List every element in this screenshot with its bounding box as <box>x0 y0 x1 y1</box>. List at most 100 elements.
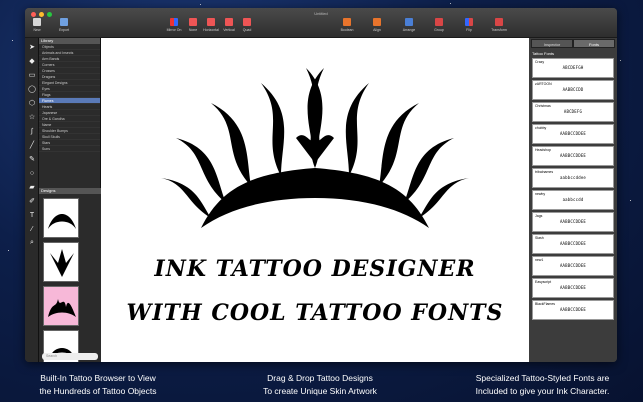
font-sample: AABBCCDDEE <box>559 263 587 268</box>
caption-browser-line1: Built-In Tattoo Browser to View <box>40 373 156 383</box>
library-item[interactable]: Suns <box>39 146 100 152</box>
designs-header: Designs <box>39 188 101 194</box>
font-sample: aabbccdd <box>562 197 584 202</box>
mirror-quad-icon <box>243 18 251 26</box>
rectangle-tool-icon[interactable]: ▭ <box>27 70 37 80</box>
hexagon-tool-icon[interactable]: ⬡ <box>27 98 37 108</box>
align-button[interactable]: Align <box>366 18 388 32</box>
circle-tool-icon[interactable]: ○ <box>27 168 37 178</box>
star <box>450 3 451 4</box>
fonts-header: Tattoo Fonts <box>532 51 555 56</box>
library-panel: Library Objects Animals and Insects Arm Ba… <box>39 38 101 362</box>
mirror-none-label: None <box>188 28 198 32</box>
canvas-text-line2[interactable]: WITH COOL TATTOO FONTS <box>101 300 529 326</box>
export-button[interactable]: Export <box>53 18 75 32</box>
eyedropper-tool-icon[interactable]: ⁄ <box>27 224 37 234</box>
caption-fonts-line1: Specialized Tattoo-Styled Fonts are <box>475 373 610 383</box>
font-card[interactable]: Easyscript AABBCCDDEE <box>532 278 614 298</box>
node-tool-icon[interactable]: ◆ <box>27 56 37 66</box>
transform-button[interactable]: Transform <box>488 18 510 32</box>
font-sample: AABBCCDDEE <box>559 285 587 290</box>
font-card[interactable]: Headshop AABBCCDDEE <box>532 146 614 166</box>
curve-tool-icon[interactable]: ∫ <box>27 126 37 136</box>
drawing-canvas[interactable]: INK TATTOO DESIGNER WITH COOL TATTOO FON… <box>101 38 529 362</box>
mirror-none-icon <box>189 18 197 26</box>
flip-label: Flip <box>466 28 472 32</box>
folder-tool-icon[interactable]: ▰ <box>27 182 37 192</box>
tab-inspector[interactable]: Inspector <box>531 39 573 48</box>
font-card[interactable]: Crazy ABCDEFGH <box>532 58 614 78</box>
boolean-button[interactable]: Boolean <box>336 18 358 32</box>
new-label: New <box>33 28 41 32</box>
pen-tool-icon[interactable]: ✎ <box>27 154 37 164</box>
font-card[interactable]: tribalnames aabbccddee <box>532 168 614 188</box>
design-thumbnail[interactable] <box>43 198 79 238</box>
ellipse-tool-icon[interactable]: ◯ <box>27 84 37 94</box>
font-sample: AABBCCDDEE <box>559 307 587 312</box>
font-sample: ABCDEFG <box>563 109 583 114</box>
caption-fonts: Specialized Tattoo-Styled Fonts are Incl… <box>450 372 635 398</box>
mirror-vertical-label: Vertical <box>223 28 235 32</box>
flip-button[interactable]: Flip <box>458 18 480 32</box>
star <box>630 200 631 201</box>
font-list: Crazy ABCDEFGH zARTOON AABBCCDD Christmas ABC… <box>529 58 617 320</box>
tab-fonts[interactable]: Fonts <box>573 39 615 48</box>
font-sample: AABBCCDD <box>562 87 584 92</box>
font-card[interactable]: Slash AABBCCDDEE <box>532 234 614 254</box>
brush-tool-icon[interactable]: ✐ <box>27 196 37 206</box>
zoom-tool-icon[interactable]: ⌕ <box>27 238 37 248</box>
font-sample: AABBCCDDEE <box>559 219 587 224</box>
mirror-vertical-icon <box>225 18 233 26</box>
align-label: Align <box>373 28 381 32</box>
caption-drag-drop-line2: To create Unique Skin Artwork <box>263 386 377 396</box>
mirror-quad-button[interactable]: Quad <box>236 18 258 32</box>
font-card[interactable]: new1 AABBCCDDEE <box>532 256 614 276</box>
export-label: Export <box>58 28 70 32</box>
export-icon <box>60 18 68 26</box>
caption-drag-drop: Drag & Drop Tattoo Designs To create Uni… <box>240 372 400 398</box>
star <box>200 4 201 5</box>
caption-drag-drop-line1: Drag & Drop Tattoo Designs <box>267 373 373 383</box>
mirror-on-label: Mirror On <box>166 28 182 32</box>
caption-browser: Built-In Tattoo Browser to View the Hund… <box>18 372 178 398</box>
font-card[interactable]: chubby AABBCCDDEE <box>532 124 614 144</box>
font-sample: AABBCCDDEE <box>559 241 587 246</box>
design-thumbnail[interactable] <box>43 242 79 282</box>
design-search-input[interactable]: Search <box>42 353 98 360</box>
transform-icon <box>495 18 503 26</box>
star <box>620 60 621 61</box>
font-card[interactable]: Christmas ABCDEFG <box>532 102 614 122</box>
font-sample: AABBCCDDEE <box>559 153 587 158</box>
star <box>8 250 9 251</box>
app-window: Untitled New Export Mirror On None Horiz… <box>25 8 617 362</box>
transform-label: Transform <box>491 28 507 32</box>
fonts-panel: Inspector Fonts Tattoo Fonts Crazy ABCDEF… <box>529 38 617 362</box>
designs-panel: Designs Search <box>39 188 101 362</box>
font-sample: ABCDEFGH <box>562 65 584 70</box>
font-card[interactable]: newby aabbccdd <box>532 190 614 210</box>
star-tool-icon[interactable]: ☆ <box>27 112 37 122</box>
new-button[interactable]: New <box>26 18 48 32</box>
design-thumbnail[interactable] <box>43 286 79 326</box>
group-label: Group <box>434 28 444 32</box>
font-sample: AABBCCDDEE <box>559 131 587 136</box>
boolean-icon <box>343 18 351 26</box>
text-tool-icon[interactable]: T <box>27 210 37 220</box>
flip-icon <box>465 18 473 26</box>
new-document-icon <box>33 18 41 26</box>
mirror-icon <box>170 18 178 26</box>
font-card[interactable]: Jags AABBCCDDEE <box>532 212 614 232</box>
arrow-tool-icon[interactable]: ➤ <box>27 42 37 52</box>
mirror-quad-label: Quad <box>242 28 252 32</box>
group-icon <box>435 18 443 26</box>
canvas-text-line1[interactable]: INK TATTOO DESIGNER <box>101 256 529 282</box>
font-card[interactable]: zARTOON AABBCCDD <box>532 80 614 100</box>
arrange-button[interactable]: Arrange <box>398 18 420 32</box>
line-tool-icon[interactable]: ╱ <box>27 140 37 150</box>
font-card[interactable]: BlackFlames AABBCCDDEE <box>532 300 614 320</box>
library-list: Objects Animals and Insects Arm Bands Corne… <box>39 44 100 152</box>
group-button[interactable]: Group <box>428 18 450 32</box>
mirror-horizontal-label: Horizontal <box>203 28 219 32</box>
boolean-label: Boolean <box>340 28 354 32</box>
mirror-horizontal-icon <box>207 18 215 26</box>
